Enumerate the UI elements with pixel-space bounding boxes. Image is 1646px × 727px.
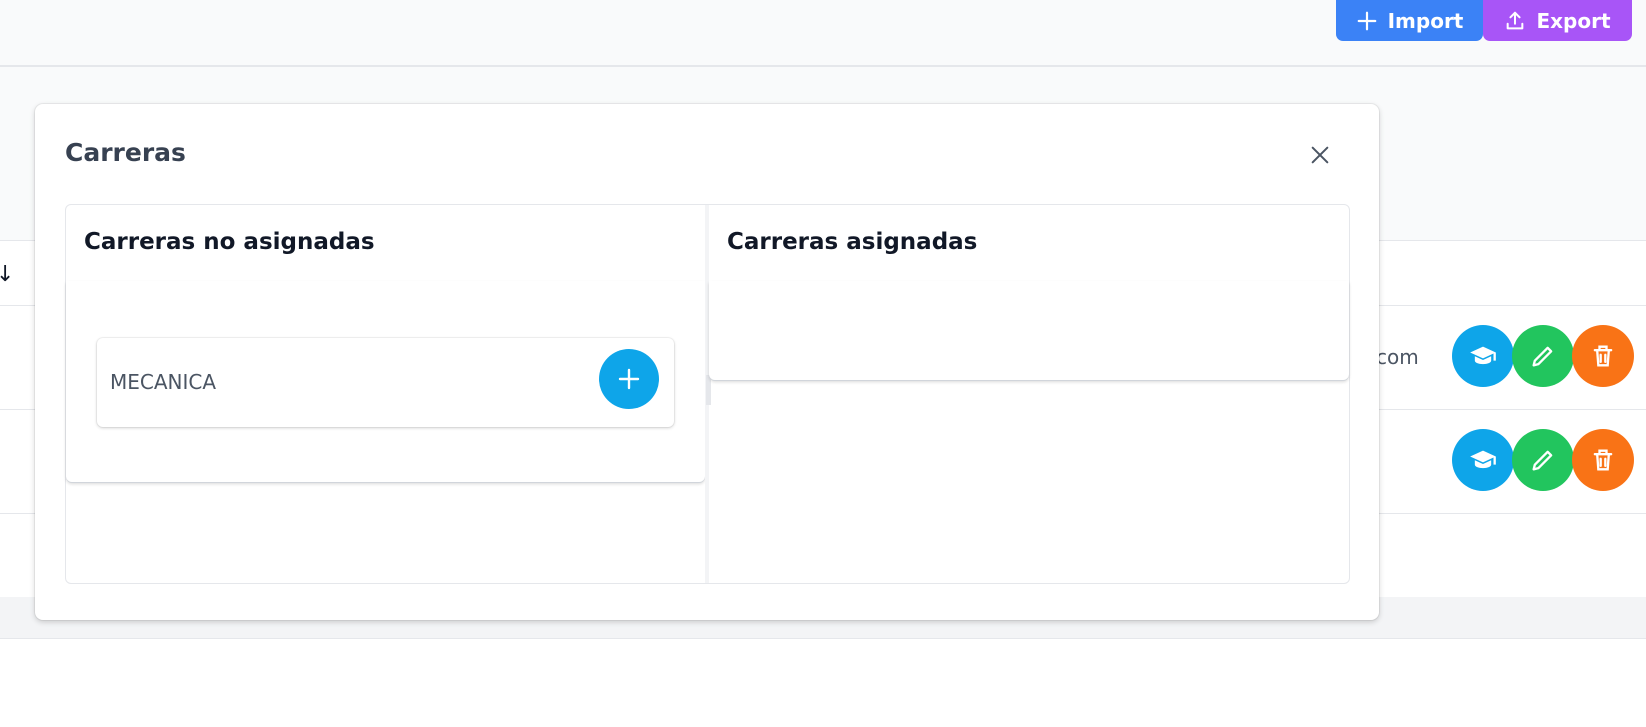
- import-button-label: Import: [1387, 8, 1464, 33]
- export-button-label: Export: [1536, 8, 1611, 33]
- trash-icon: [1593, 345, 1613, 367]
- close-button[interactable]: [1305, 140, 1335, 170]
- career-label: MECANICA: [110, 370, 217, 394]
- table-cell-email: com: [1376, 345, 1419, 369]
- unassigned-careers-list[interactable]: MECANICA: [66, 281, 705, 482]
- careers-picklist: Carreras no asignadas MECANICA Carreras …: [65, 204, 1350, 584]
- plus-icon: [618, 368, 640, 390]
- list-item[interactable]: MECANICA: [97, 338, 674, 427]
- pencil-icon: [1532, 450, 1553, 471]
- sort-arrow-icon[interactable]: ↓: [0, 262, 14, 287]
- upload-icon: [1507, 11, 1524, 29]
- table-row-actions: [1452, 429, 1634, 491]
- table-row-actions: [1452, 325, 1634, 387]
- graduation-cap-icon: [1470, 346, 1496, 365]
- add-career-button[interactable]: [599, 349, 659, 409]
- assign-careers-button[interactable]: [1452, 325, 1514, 387]
- unassigned-careers-title: Carreras no asignadas: [84, 229, 375, 255]
- export-button[interactable]: Export: [1483, 0, 1632, 41]
- assigned-careers-panel: Carreras asignadas: [709, 205, 1349, 583]
- trash-icon: [1593, 449, 1613, 471]
- edit-button[interactable]: [1512, 325, 1574, 387]
- careers-dialog: Carreras Carreras no asignadas MECANICA …: [35, 104, 1379, 620]
- pencil-icon: [1532, 346, 1553, 367]
- delete-button[interactable]: [1572, 429, 1634, 491]
- close-icon: [1311, 146, 1329, 164]
- edit-button[interactable]: [1512, 429, 1574, 491]
- top-toolbar: Import Export: [0, 0, 1646, 67]
- assigned-careers-title: Carreras asignadas: [727, 229, 978, 255]
- unassigned-careers-panel: Carreras no asignadas MECANICA: [66, 205, 705, 583]
- dialog-title: Carreras: [65, 138, 186, 167]
- import-button[interactable]: Import: [1336, 0, 1483, 41]
- assign-careers-button[interactable]: [1452, 429, 1514, 491]
- plus-icon: [1357, 11, 1376, 30]
- assigned-careers-list[interactable]: [709, 281, 1349, 380]
- graduation-cap-icon: [1470, 450, 1496, 469]
- delete-button[interactable]: [1572, 325, 1634, 387]
